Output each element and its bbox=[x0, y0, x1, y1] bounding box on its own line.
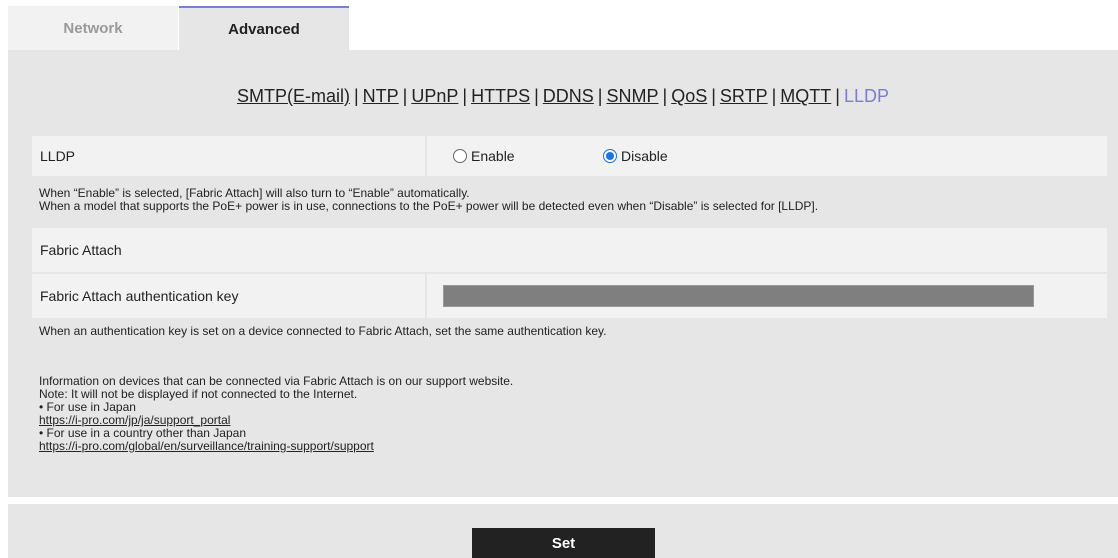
japan-support-link[interactable]: https://i-pro.com/jp/ja/support_portal bbox=[39, 413, 230, 427]
lldp-enable-radio[interactable]: Enable bbox=[453, 148, 603, 164]
subnav-link-qos[interactable]: QoS bbox=[671, 86, 707, 106]
subnav-separator: | bbox=[771, 86, 777, 106]
lldp-note-line2: When a model that supports the PoE+ powe… bbox=[39, 199, 819, 213]
lldp-label: LLDP bbox=[40, 148, 76, 164]
lldp-disable-radio[interactable]: Disable bbox=[603, 148, 668, 164]
subnav-link-smtp[interactable]: SMTP(E-mail) bbox=[237, 86, 350, 106]
subnav-separator: | bbox=[534, 86, 539, 106]
action-footer: Set bbox=[8, 504, 1118, 558]
subnav-link-lldp[interactable]: LLDP bbox=[844, 86, 889, 106]
subnav-link-srtp[interactable]: SRTP bbox=[720, 86, 768, 106]
auth-key-value bbox=[427, 274, 1107, 318]
lldp-options: Enable Disable bbox=[427, 136, 1107, 176]
auth-key-note: When an authentication key is set on a d… bbox=[39, 324, 607, 338]
subnav-link-ntp[interactable]: NTP bbox=[363, 86, 399, 106]
subnav-separator: | bbox=[711, 86, 716, 106]
subnav-separator: | bbox=[597, 86, 603, 106]
tab-advanced[interactable]: Advanced bbox=[179, 6, 349, 50]
subnav-link-mqtt[interactable]: MQTT bbox=[780, 86, 831, 106]
auth-key-input[interactable] bbox=[443, 285, 1034, 307]
radio-unchecked-icon bbox=[453, 149, 467, 163]
fabric-attach-label: Fabric Attach bbox=[40, 242, 122, 258]
set-button[interactable]: Set bbox=[472, 528, 655, 558]
subnav-separator: | bbox=[402, 86, 408, 106]
fabric-attach-row: Fabric Attach bbox=[32, 228, 1107, 272]
auth-key-row: Fabric Attach authentication key bbox=[32, 274, 1107, 318]
support-info: Information on devices that can be conne… bbox=[39, 375, 513, 453]
subnav-link-https[interactable]: HTTPS bbox=[471, 86, 530, 106]
radio-checked-icon bbox=[603, 149, 617, 163]
subnav-separator: | bbox=[662, 86, 668, 106]
tab-bar: Network Advanced bbox=[8, 0, 1118, 50]
global-support-link[interactable]: https://i-pro.com/global/en/surveillance… bbox=[39, 439, 374, 453]
protocol-subnav: SMTP(E-mail) | NTP | UPnP | HTTPS | DDNS | SNMP | Qo… bbox=[8, 86, 1118, 107]
settings-panel: SMTP(E-mail) | NTP | UPnP | HTTPS | DDNS | SNMP | Qo… bbox=[8, 50, 1118, 497]
subnav-separator: | bbox=[835, 86, 840, 106]
lldp-enable-label: Enable bbox=[471, 148, 515, 164]
lldp-row: LLDP Enable Disable bbox=[32, 136, 1107, 176]
lldp-disable-label: Disable bbox=[621, 148, 668, 164]
tab-network[interactable]: Network bbox=[8, 6, 178, 50]
subnav-separator: | bbox=[462, 86, 468, 106]
subnav-separator: | bbox=[353, 86, 359, 106]
lldp-note: When “Enable” is selected, [Fabric Attac… bbox=[39, 187, 818, 213]
subnav-link-upnp[interactable]: UPnP bbox=[411, 86, 458, 106]
subnav-link-snmp[interactable]: SNMP bbox=[606, 86, 658, 106]
subnav-link-ddns[interactable]: DDNS bbox=[543, 86, 594, 106]
auth-key-label: Fabric Attach authentication key bbox=[40, 288, 239, 304]
